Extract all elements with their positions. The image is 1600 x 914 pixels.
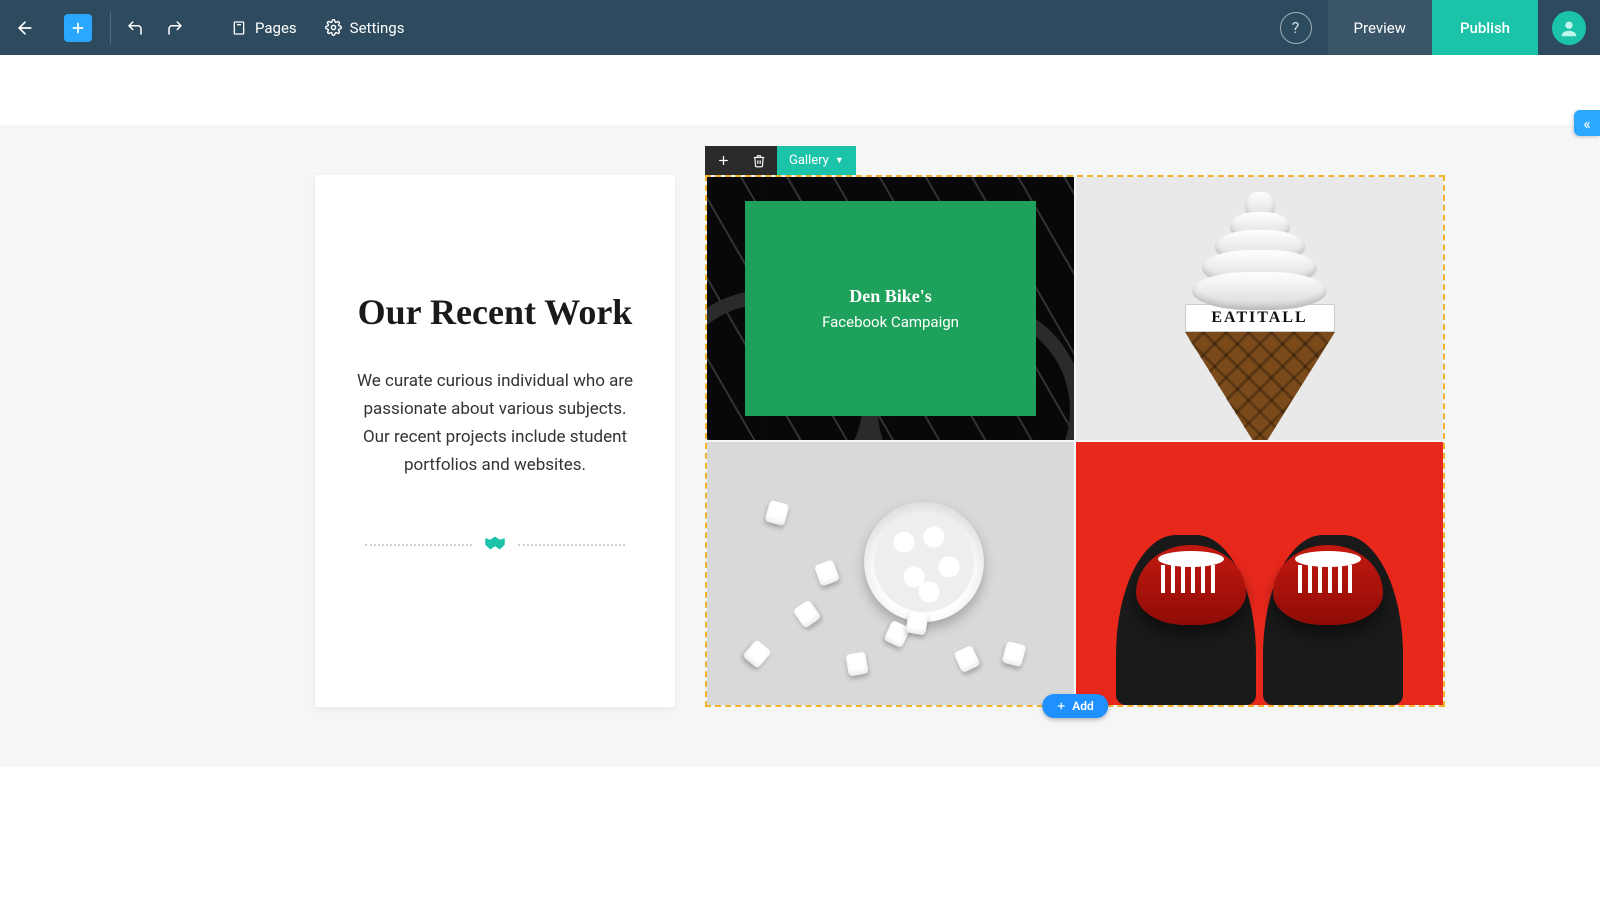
preview-button[interactable]: Preview — [1328, 0, 1432, 55]
gallery-item-subtitle: Facebook Campaign — [822, 313, 959, 331]
gallery-item[interactable] — [707, 442, 1074, 705]
toolbar-divider — [110, 12, 111, 44]
top-toolbar: Pages Settings ? Preview Publish — [0, 0, 1600, 55]
gear-icon — [325, 19, 342, 36]
question-icon: ? — [1292, 18, 1300, 37]
preview-label: Preview — [1354, 19, 1406, 37]
back-button[interactable] — [0, 8, 50, 48]
settings-button[interactable]: Settings — [311, 19, 419, 37]
decorative-shape — [1076, 442, 1443, 705]
add-section-label: Add — [1072, 699, 1094, 713]
redo-icon — [166, 19, 184, 37]
publish-label: Publish — [1460, 19, 1510, 37]
decorative-divider — [355, 537, 635, 553]
gallery-element[interactable]: Gallery ▼ Den Bike's Facebook Campaign — [705, 175, 1445, 707]
plus-icon — [1056, 701, 1066, 711]
publish-button[interactable]: Publish — [1432, 0, 1538, 55]
editor-canvas: Our Recent Work We curate curious indivi… — [0, 55, 1600, 767]
element-type-dropdown[interactable]: Gallery ▼ — [777, 146, 856, 175]
pages-button[interactable]: Pages — [217, 19, 311, 37]
chevron-left-icon: « — [1583, 114, 1591, 133]
page-icon — [231, 19, 247, 37]
gallery-item[interactable]: EATITALL — [1076, 177, 1443, 440]
add-element-button[interactable] — [64, 14, 92, 42]
section-heading: Our Recent Work — [355, 285, 635, 341]
element-add-button[interactable] — [705, 146, 741, 175]
add-section-button[interactable]: Add — [1042, 694, 1108, 718]
gallery-item[interactable] — [1076, 442, 1443, 705]
decorative-shape — [864, 502, 984, 622]
element-toolbar: Gallery ▼ — [705, 146, 856, 175]
settings-label: Settings — [350, 19, 405, 37]
gallery-grid: Den Bike's Facebook Campaign EATITALL — [705, 175, 1445, 707]
undo-icon — [126, 19, 144, 37]
plus-icon — [70, 20, 86, 36]
account-avatar[interactable] — [1552, 11, 1586, 45]
gallery-item[interactable]: Den Bike's Facebook Campaign — [707, 177, 1074, 440]
user-icon — [1558, 17, 1580, 39]
element-delete-button[interactable] — [741, 146, 777, 175]
arrow-left-icon — [15, 18, 35, 38]
handshake-icon — [482, 534, 508, 556]
help-button[interactable]: ? — [1280, 12, 1312, 44]
text-block[interactable]: Our Recent Work We curate curious indivi… — [315, 175, 675, 707]
plus-icon — [717, 154, 730, 167]
caret-down-icon: ▼ — [835, 155, 844, 166]
collapse-panel-button[interactable]: « — [1574, 110, 1600, 136]
trash-icon — [752, 154, 766, 168]
redo-button[interactable] — [155, 8, 195, 48]
section-body: We curate curious individual who are pas… — [355, 367, 635, 479]
decorative-shape: EATITALL — [1185, 192, 1335, 440]
pages-label: Pages — [255, 19, 297, 37]
element-type-label: Gallery — [789, 153, 829, 168]
gallery-item-title: Den Bike's — [849, 286, 932, 307]
undo-button[interactable] — [115, 8, 155, 48]
gallery-item-overlay: Den Bike's Facebook Campaign — [745, 201, 1036, 416]
